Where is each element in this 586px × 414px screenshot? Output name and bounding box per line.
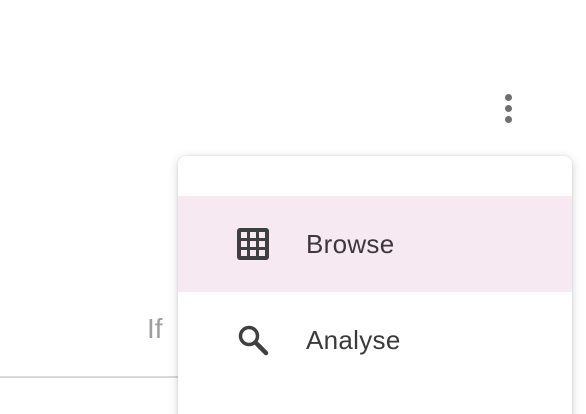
search-icon: [236, 323, 270, 357]
page: If Browse Analyse: [0, 0, 586, 414]
background-input-underline: [0, 376, 178, 378]
grid-icon: [236, 227, 270, 261]
overflow-menu: Browse Analyse: [178, 156, 572, 414]
menu-item-label: Analyse: [306, 325, 401, 355]
more-options-button[interactable]: [492, 86, 524, 130]
menu-item-label: Browse: [306, 229, 395, 259]
menu-item-browse[interactable]: Browse: [178, 196, 572, 292]
background-text: If: [147, 313, 163, 344]
menu-item-analyse[interactable]: Analyse: [178, 292, 572, 388]
more-vert-icon-dot: [504, 115, 512, 123]
more-vert-icon: [504, 93, 512, 101]
more-vert-icon-dot: [504, 104, 512, 112]
